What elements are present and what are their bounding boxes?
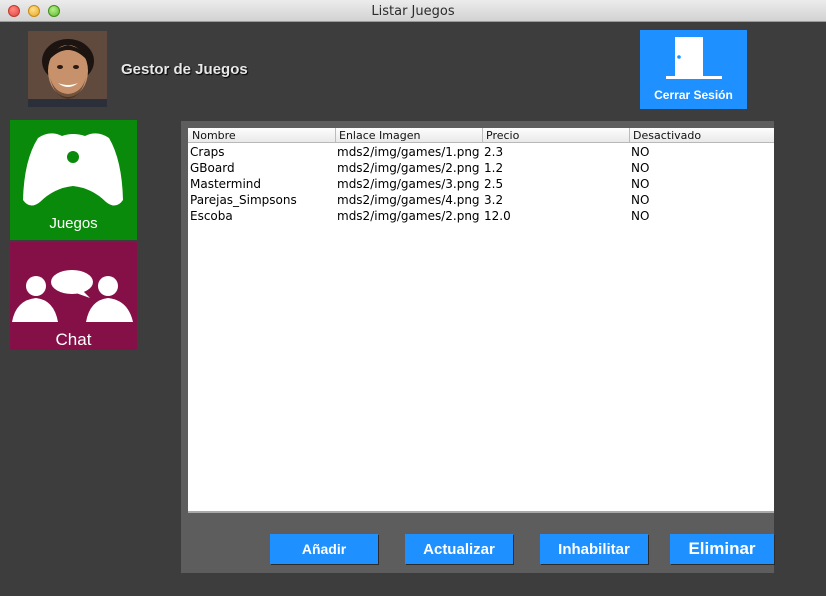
cell-desactivado: NO	[631, 209, 650, 223]
column-header-enlace-imagen[interactable]: Enlace Imagen	[339, 129, 420, 142]
table-row[interactable]: Escoba mds2/img/games/2.png 12.0 NO	[188, 208, 774, 224]
table-row[interactable]: Parejas_Simpsons mds2/img/games/4.png 3.…	[188, 192, 774, 208]
app-title: Gestor de Juegos	[121, 61, 248, 78]
cell-nombre: GBoard	[190, 161, 235, 175]
cell-precio: 3.2	[484, 193, 504, 207]
column-divider[interactable]	[482, 128, 483, 142]
logout-button[interactable]: Cerrar Sesión	[640, 30, 747, 109]
table-row[interactable]: Mastermind mds2/img/games/3.png 2.5 NO	[188, 176, 774, 192]
sidebar-item-juegos[interactable]: Juegos	[10, 120, 137, 240]
gamepad-icon	[23, 133, 123, 206]
column-divider[interactable]	[629, 128, 630, 142]
cell-nombre: Escoba	[190, 209, 233, 223]
logout-label: Cerrar Sesión	[654, 88, 733, 102]
cell-enlace-imagen: mds2/img/games/4.png	[337, 193, 480, 207]
window-titlebar: Listar Juegos	[0, 0, 826, 22]
games-table[interactable]: Nombre Enlace Imagen Precio Desactivado …	[188, 128, 774, 513]
table-header: Nombre Enlace Imagen Precio Desactivado	[188, 128, 774, 143]
cell-enlace-imagen: mds2/img/games/1.png	[337, 145, 480, 159]
column-header-desactivado[interactable]: Desactivado	[633, 129, 701, 142]
sidebar-item-chat[interactable]: Chat	[10, 242, 137, 350]
cell-nombre: Mastermind	[190, 177, 262, 191]
games-panel: Nombre Enlace Imagen Precio Desactivado …	[181, 121, 774, 573]
delete-button[interactable]: Eliminar	[670, 534, 774, 564]
update-button[interactable]: Actualizar	[405, 534, 513, 564]
sidebar-item-label: Chat	[55, 330, 92, 349]
disable-button[interactable]: Inhabilitar	[540, 534, 648, 564]
column-header-precio[interactable]: Precio	[486, 129, 519, 142]
cell-desactivado: NO	[631, 177, 650, 191]
table-row[interactable]: GBoard mds2/img/games/2.png 1.2 NO	[188, 160, 774, 176]
cell-precio: 12.0	[484, 209, 511, 223]
table-row[interactable]: Craps mds2/img/games/1.png 2.3 NO	[188, 144, 774, 160]
table-body: Craps mds2/img/games/1.png 2.3 NO GBoard…	[188, 144, 774, 224]
cell-enlace-imagen: mds2/img/games/3.png	[337, 177, 480, 191]
cell-enlace-imagen: mds2/img/games/2.png	[337, 161, 480, 175]
column-divider[interactable]	[335, 128, 336, 142]
cell-precio: 2.3	[484, 145, 504, 159]
window-title: Listar Juegos	[371, 4, 455, 19]
door-icon	[666, 37, 722, 79]
avatar	[28, 31, 107, 107]
chat-people-icon	[12, 270, 133, 322]
cell-enlace-imagen: mds2/img/games/2.png	[337, 209, 480, 223]
cell-desactivado: NO	[631, 145, 650, 159]
cell-precio: 2.5	[484, 177, 504, 191]
cell-desactivado: NO	[631, 161, 650, 175]
sidebar-item-label: Juegos	[49, 215, 98, 232]
cell-desactivado: NO	[631, 193, 650, 207]
cell-nombre: Craps	[190, 145, 225, 159]
cell-nombre: Parejas_Simpsons	[190, 193, 297, 207]
column-header-nombre[interactable]: Nombre	[192, 129, 236, 142]
add-button[interactable]: Añadir	[270, 534, 378, 564]
cell-precio: 1.2	[484, 161, 504, 175]
